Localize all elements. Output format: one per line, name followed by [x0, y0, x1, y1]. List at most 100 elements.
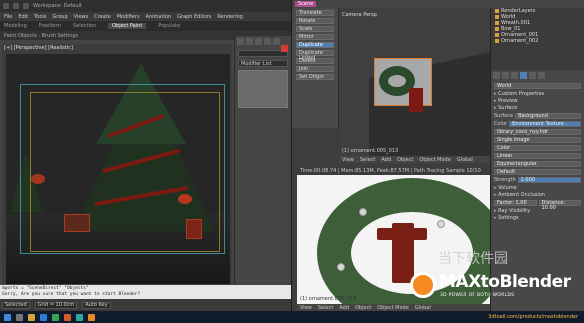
world-icon	[495, 15, 499, 19]
menu-object[interactable]: Object	[355, 305, 371, 311]
texture-image-field[interactable]: library_coco_nyy.hdr	[494, 129, 581, 135]
tool-rotate[interactable]: Rotate	[296, 18, 334, 24]
tab-modeling[interactable]: Modeling	[4, 23, 27, 29]
viewport-label[interactable]: [+] [Perspective] [Realistic]	[4, 45, 73, 51]
panel-ray-visibility[interactable]: Ray Visibility	[494, 208, 581, 214]
panel-ambient-occlusion[interactable]: Ambient Occlusion	[494, 192, 581, 198]
panel-volume[interactable]: Volume	[494, 185, 581, 191]
ao-distance-field[interactable]: Distance: 10.00	[538, 200, 581, 211]
layers-tab-icon[interactable]	[502, 72, 509, 79]
object-mode-dropdown[interactable]: Object Mode	[377, 305, 409, 311]
tool-mirror[interactable]: Mirror	[296, 34, 334, 40]
menu-select[interactable]: Select	[318, 305, 333, 311]
tool-duplicate-linked[interactable]: Duplicate Linked	[296, 50, 334, 61]
maxscript-listener[interactable]: mports = "SceneDirect" "Objects" Sorry, …	[0, 285, 291, 299]
tab-populate[interactable]: Populate	[158, 23, 180, 29]
menu-add[interactable]: Add	[339, 305, 349, 311]
material-tab-icon[interactable]	[538, 72, 545, 79]
color-space-dropdown[interactable]: Color	[494, 145, 581, 151]
tab-freeform[interactable]: Freeform	[39, 23, 61, 29]
menu-graph-editors[interactable]: Graph Editors	[177, 14, 211, 20]
vector-dropdown[interactable]: Default	[494, 169, 581, 175]
render-stats: Time:00:08.74 | Mem:85.13M, Peak:87.57M …	[297, 168, 490, 175]
object-name-field[interactable]	[238, 45, 288, 57]
scene-selector[interactable]: Scene	[295, 1, 317, 7]
tool-duplicate[interactable]: Duplicate	[296, 42, 334, 48]
menu-animation[interactable]: Animation	[146, 14, 172, 20]
blender-3d-viewport[interactable]: Camera Persp View Select Add Object Obje…	[339, 8, 490, 163]
site-watermark: 当下软件园	[438, 251, 508, 267]
tool-join[interactable]: Join	[296, 66, 334, 72]
tab-object-paint[interactable]: Object Paint	[108, 23, 147, 29]
menu-file[interactable]: File	[4, 14, 12, 20]
image-source-dropdown[interactable]: Single Image	[494, 137, 581, 143]
menu-edit[interactable]: Edit	[18, 14, 28, 20]
modify-icon[interactable]	[246, 38, 253, 45]
subbar-label[interactable]: Paint Objects · Brush Settings	[4, 33, 78, 39]
undo-icon[interactable]	[13, 3, 19, 9]
logo-tagline: 3D POWER OF BOTH WORLDS	[440, 293, 515, 298]
3dsmax-taskbar-icon[interactable]	[76, 313, 83, 321]
menu-view[interactable]: View	[300, 305, 312, 311]
menu-add[interactable]: Add	[381, 157, 391, 163]
modifier-list-dropdown[interactable]: Modifier List	[238, 60, 288, 67]
active-object-label: (1) ornament.005_013	[342, 148, 399, 154]
menu-group[interactable]: Group	[52, 14, 67, 20]
display-icon[interactable]	[273, 38, 280, 45]
surface-label: Surface	[494, 113, 514, 119]
max-perspective-viewport[interactable]	[6, 54, 230, 284]
edge-icon[interactable]	[40, 313, 47, 321]
redo-icon[interactable]	[23, 3, 29, 9]
menu-views[interactable]: Views	[74, 14, 88, 20]
app-icon[interactable]	[52, 313, 59, 321]
tool-scale[interactable]: Scale	[296, 26, 334, 32]
blender-info-bar: Scene	[292, 0, 584, 8]
hierarchy-icon[interactable]	[255, 38, 262, 45]
explorer-icon[interactable]	[28, 313, 35, 321]
tab-selection[interactable]: Selection	[73, 23, 96, 29]
world-tab-icon[interactable]	[520, 72, 527, 79]
safe-frame-inner	[30, 92, 220, 252]
menu-tools[interactable]: Tools	[34, 14, 46, 20]
panel-settings[interactable]: Settings	[494, 215, 581, 221]
start-icon[interactable]	[4, 313, 11, 321]
projection-dropdown[interactable]: Equirectangular	[494, 161, 581, 167]
orientation-dropdown[interactable]: Global	[457, 157, 473, 163]
auto-key-button[interactable]: Auto Key	[82, 301, 111, 309]
surface-shader-dropdown[interactable]: Background	[515, 113, 581, 119]
object-mode-dropdown[interactable]: Object Mode	[419, 157, 451, 163]
panel-preview[interactable]: Preview	[494, 98, 581, 104]
workspace-label[interactable]: Workspace: Default	[33, 3, 82, 9]
menu-create[interactable]: Create	[94, 14, 111, 20]
menu-rendering[interactable]: Rendering	[217, 14, 243, 20]
world-name-field[interactable]: World	[494, 83, 581, 89]
panel-custom-properties[interactable]: Custom Properties	[494, 91, 581, 97]
product-url: 3dtoall.com/products/maxtoblender	[488, 314, 578, 320]
tool-set-origin[interactable]: Set Origin	[296, 74, 334, 80]
search-icon[interactable]	[16, 313, 23, 321]
ao-factor-field[interactable]: Factor: 1.00	[494, 200, 537, 206]
tool-translate[interactable]: Translate	[296, 10, 334, 16]
interpolation-dropdown[interactable]: Linear	[494, 153, 581, 159]
app-icon[interactable]	[64, 313, 71, 321]
scene-tab-icon[interactable]	[511, 72, 518, 79]
strength-slider[interactable]: 1.000	[517, 177, 581, 183]
outliner: RenderLayers World Wreath.001 Bow_01 Orn…	[490, 8, 584, 70]
menu-view[interactable]: View	[342, 157, 354, 163]
blender-taskbar-icon[interactable]	[88, 313, 95, 321]
render-tab-icon[interactable]	[493, 72, 500, 79]
menu-modifiers[interactable]: Modifiers	[117, 14, 140, 20]
object-tab-icon[interactable]	[529, 72, 536, 79]
create-icon[interactable]	[237, 38, 244, 45]
menu-object[interactable]: Object	[397, 157, 413, 163]
panel-surface[interactable]: Surface	[494, 105, 581, 111]
tool-delete[interactable]: Delete	[296, 58, 334, 64]
modifier-stack[interactable]	[238, 70, 288, 108]
maxtoblender-logo: MAXtoBlender 3D POWER OF BOTH WORLDS	[410, 266, 580, 308]
motion-icon[interactable]	[264, 38, 271, 45]
object-color-swatch[interactable]	[281, 45, 288, 52]
properties-tabs	[491, 70, 584, 81]
color-input-dropdown[interactable]: Environment Texture	[509, 121, 581, 127]
menu-select[interactable]: Select	[360, 157, 375, 163]
outliner-item[interactable]: Ornament_002	[491, 38, 584, 44]
